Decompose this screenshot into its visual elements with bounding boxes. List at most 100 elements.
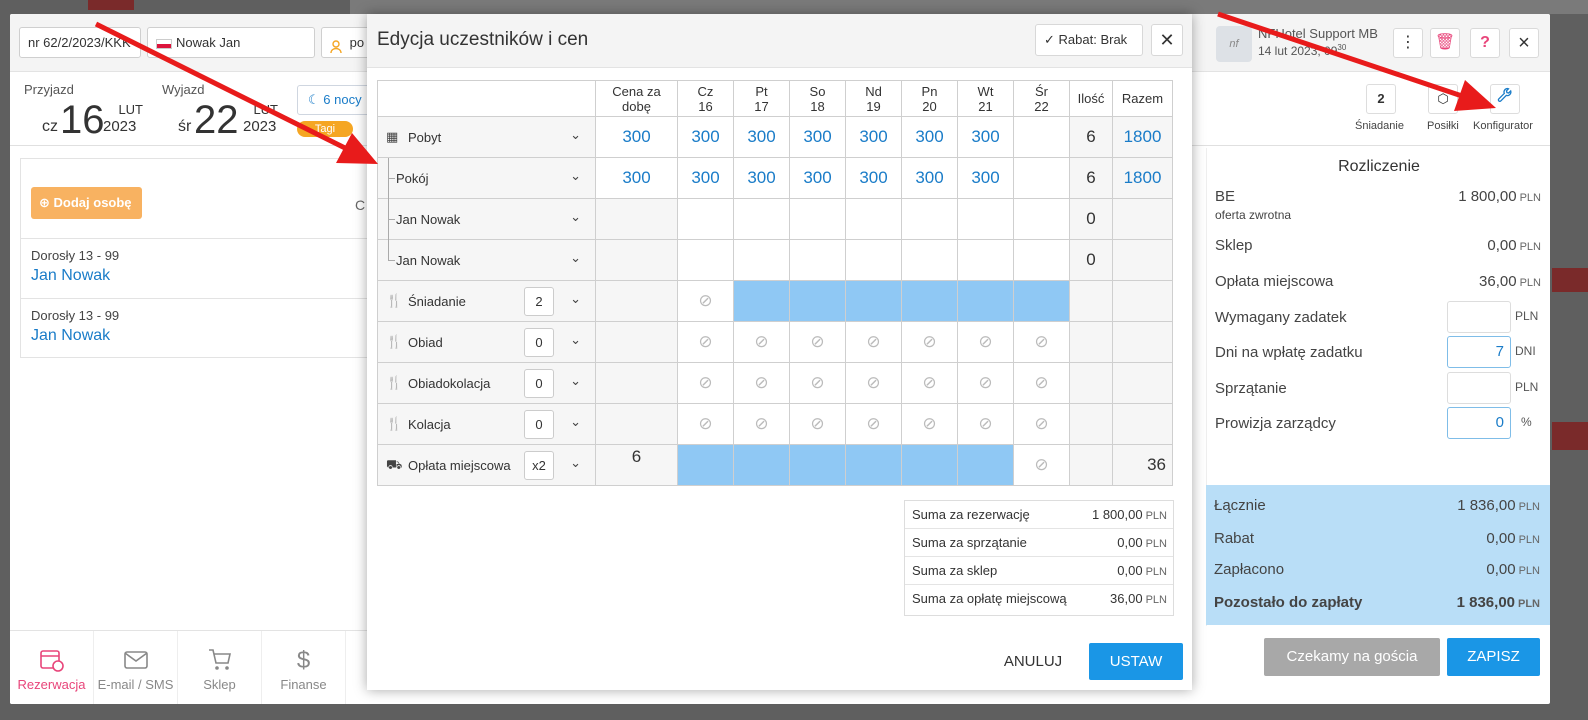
chevron-down-icon[interactable]: ⌄ xyxy=(570,455,581,471)
meals-button[interactable]: ⬡ xyxy=(1428,84,1458,114)
guest-name-link[interactable]: Jan Nowak xyxy=(31,327,110,345)
price-cell[interactable] xyxy=(595,239,678,281)
row-header-room[interactable]: Pokój ⌄ xyxy=(377,157,596,199)
day-cell[interactable]: 300 xyxy=(957,116,1014,158)
day-cell[interactable]: 300 xyxy=(957,157,1014,199)
nights-button[interactable]: ☾ 6 nocy xyxy=(297,85,377,115)
day-cell-selected[interactable] xyxy=(733,444,790,486)
chevron-down-icon[interactable]: ⌄ xyxy=(570,209,581,225)
day-cell[interactable] xyxy=(901,198,958,240)
nav-email-sms[interactable]: E-mail / SMS xyxy=(94,631,178,704)
price-cell[interactable]: 6 xyxy=(595,444,678,486)
guest-row[interactable]: Dorosły 13 - 99 Jan Nowak xyxy=(21,298,379,358)
set-button[interactable]: USTAW xyxy=(1089,643,1183,680)
day-cell-selected[interactable] xyxy=(901,444,958,486)
row-header-dinner[interactable]: 🍴 Kolacja 0 ⌄ xyxy=(377,403,596,445)
day-cell-selected[interactable] xyxy=(789,280,846,322)
day-cell[interactable]: 300 xyxy=(789,157,846,199)
day-cell[interactable] xyxy=(677,239,734,281)
price-cell[interactable] xyxy=(595,403,678,445)
close-window-button[interactable]: × xyxy=(1509,28,1539,58)
help-button[interactable]: ? xyxy=(1470,28,1500,58)
day-cell-selected[interactable] xyxy=(957,280,1014,322)
guest-row[interactable]: Dorosły 13 - 99 Jan Nowak xyxy=(21,238,379,298)
day-cell[interactable]: 300 xyxy=(677,116,734,158)
nav-finance[interactable]: $ Finanse xyxy=(262,631,346,704)
configurator-button[interactable] xyxy=(1490,84,1520,114)
day-cell[interactable] xyxy=(1013,116,1070,158)
nav-shop[interactable]: Sklep xyxy=(178,631,262,704)
day-cell[interactable] xyxy=(789,239,846,281)
waiting-for-guest-button[interactable]: Czekamy na gościa xyxy=(1264,638,1440,676)
meal-count-input[interactable]: 2 xyxy=(524,287,554,316)
day-cell[interactable] xyxy=(789,198,846,240)
price-cell[interactable]: 300 xyxy=(595,116,678,158)
day-cell-selected[interactable] xyxy=(1013,280,1070,322)
chevron-down-icon[interactable]: ⌄ xyxy=(570,373,581,389)
breakfast-count-button[interactable]: 2 xyxy=(1366,84,1396,114)
price-cell[interactable] xyxy=(595,362,678,404)
delete-button[interactable]: 🗑 xyxy=(1430,28,1460,58)
cleaning-input[interactable] xyxy=(1447,372,1511,404)
departure-day[interactable]: 22 xyxy=(194,100,239,140)
row-header-breakfast[interactable]: 🍴 Śniadanie 2 ⌄ xyxy=(377,280,596,322)
chevron-down-icon[interactable]: ⌄ xyxy=(570,291,581,307)
day-cell-selected[interactable] xyxy=(957,444,1014,486)
day-cell[interactable]: 300 xyxy=(901,116,958,158)
price-cell[interactable] xyxy=(595,321,678,363)
arrival-day[interactable]: 16 xyxy=(60,100,105,140)
commission-input[interactable]: 0 xyxy=(1447,407,1511,439)
chevron-down-icon[interactable]: ⌄ xyxy=(570,168,581,184)
day-cell-selected[interactable] xyxy=(789,444,846,486)
cancel-button[interactable]: ANULUJ xyxy=(997,644,1069,680)
day-cell-selected[interactable] xyxy=(733,280,790,322)
day-cell[interactable] xyxy=(677,198,734,240)
day-cell[interactable]: 300 xyxy=(677,157,734,199)
day-cell-selected[interactable] xyxy=(901,280,958,322)
day-cell[interactable]: 300 xyxy=(901,157,958,199)
day-cell[interactable]: 300 xyxy=(789,116,846,158)
day-cell[interactable]: 300 xyxy=(845,157,902,199)
more-options-button[interactable]: ⋮ xyxy=(1393,28,1423,58)
price-cell[interactable]: 300 xyxy=(595,157,678,199)
day-cell[interactable] xyxy=(1013,157,1070,199)
row-header-guest[interactable]: Jan Nowak ⌄ xyxy=(377,239,596,281)
guest-field[interactable]: Nowak Jan xyxy=(147,27,315,58)
row-header-guest[interactable]: Jan Nowak ⌄ xyxy=(377,198,596,240)
row-header-stay[interactable]: ▦ Pobyt ⌄ xyxy=(377,116,596,158)
price-cell[interactable] xyxy=(595,198,678,240)
deposit-input[interactable] xyxy=(1447,301,1511,333)
discount-button[interactable]: ✓ Rabat: Brak xyxy=(1035,24,1143,56)
meal-count-input[interactable]: 0 xyxy=(524,410,554,439)
tax-multiplier-input[interactable]: x2 xyxy=(524,451,554,480)
day-cell[interactable] xyxy=(957,198,1014,240)
deposit-days-input[interactable]: 7 xyxy=(1447,336,1511,368)
chevron-down-icon[interactable]: ⌄ xyxy=(570,250,581,266)
chevron-down-icon[interactable]: ⌄ xyxy=(570,127,581,143)
day-cell[interactable]: 300 xyxy=(845,116,902,158)
day-cell-selected[interactable] xyxy=(845,444,902,486)
nav-reservation[interactable]: Rezerwacja xyxy=(10,631,94,704)
day-cell[interactable] xyxy=(1013,198,1070,240)
day-cell[interactable] xyxy=(845,239,902,281)
day-cell[interactable]: 300 xyxy=(733,157,790,199)
row-header-city-tax[interactable]: ⛟ Opłata miejscowa x2 ⌄ xyxy=(377,444,596,486)
row-header-lunch[interactable]: 🍴 Obiad 0 ⌄ xyxy=(377,321,596,363)
add-person-button[interactable]: ⊕ Dodaj osobę xyxy=(31,187,142,219)
save-button[interactable]: ZAPISZ xyxy=(1447,638,1540,676)
day-cell[interactable] xyxy=(733,239,790,281)
chevron-down-icon[interactable]: ⌄ xyxy=(570,414,581,430)
day-cell[interactable] xyxy=(957,239,1014,281)
tag-pill[interactable]: Tagi xyxy=(297,121,353,137)
guest-name-link[interactable]: Jan Nowak xyxy=(31,267,110,285)
day-cell-selected[interactable] xyxy=(677,444,734,486)
meal-count-input[interactable]: 0 xyxy=(524,328,554,357)
people-field[interactable]: po xyxy=(321,27,371,58)
modal-close-button[interactable]: ✕ xyxy=(1151,24,1183,56)
day-cell[interactable]: 300 xyxy=(733,116,790,158)
day-cell[interactable] xyxy=(901,239,958,281)
day-cell-selected[interactable] xyxy=(845,280,902,322)
meal-count-input[interactable]: 0 xyxy=(524,369,554,398)
reservation-number-field[interactable]: nr 62/2/2023/KKK xyxy=(19,27,141,58)
day-cell[interactable] xyxy=(1013,239,1070,281)
